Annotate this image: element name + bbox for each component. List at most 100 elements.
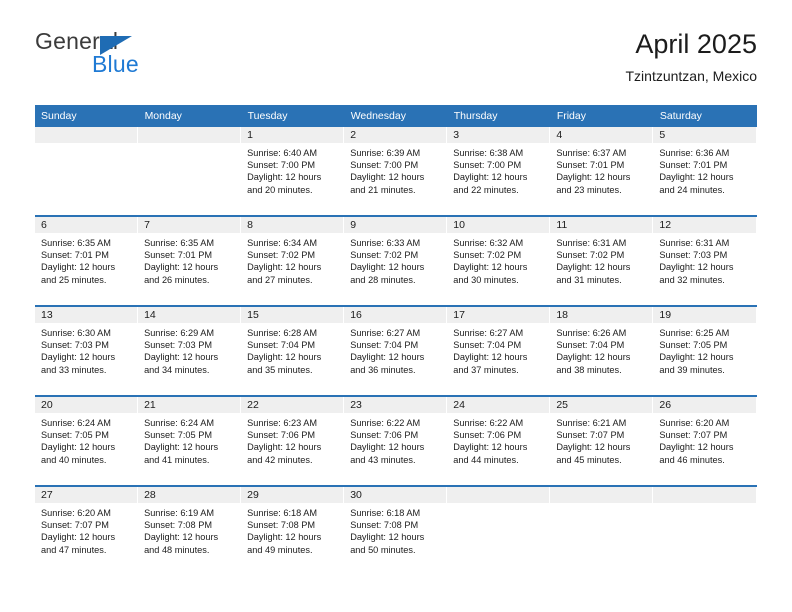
calendar-cell-inner: 27 Sunrise: 6:20 AM Sunset: 7:07 PM Dayligh… [35,487,138,575]
calendar-cell-day[interactable]: 28 Sunrise: 6:19 AM Sunset: 7:08 PM Dayligh… [138,485,242,575]
daylight-text-line1: Daylight: 12 hours [659,352,734,363]
daylight-text-line1: Daylight: 12 hours [247,532,322,543]
calendar-cell-day[interactable]: 16 Sunrise: 6:27 AM Sunset: 7:04 PM Dayligh… [344,305,448,396]
calendar-cell-inner: 11 Sunrise: 6:31 AM Sunset: 7:02 PM Dayligh… [550,217,653,305]
sunset-text: Sunset: 7:08 PM [247,520,316,531]
calendar-cell-day[interactable]: 13 Sunrise: 6:30 AM Sunset: 7:03 PM Dayligh… [35,305,139,396]
daylight-text-line1: Daylight: 12 hours [453,352,528,363]
daylight-text-line2: and 22 minutes. [453,184,519,195]
calendar-cell-empty [447,485,551,575]
weekday-header-wednesday: Wednesday [344,105,448,127]
daylight-text-line1: Daylight: 12 hours [350,532,425,543]
calendar-cell-day[interactable]: 27 Sunrise: 6:20 AM Sunset: 7:07 PM Dayligh… [35,485,139,575]
calendar-cell-day[interactable]: 19 Sunrise: 6:25 AM Sunset: 7:05 PM Dayligh… [653,305,757,396]
calendar-cell-inner: 20 Sunrise: 6:24 AM Sunset: 7:05 PM Dayligh… [35,397,138,485]
calendar-cell-day[interactable]: 30 Sunrise: 6:18 AM Sunset: 7:08 PM Dayligh… [344,485,448,575]
day-details: Sunrise: 6:22 AM Sunset: 7:06 PM Daylight:… [447,413,550,466]
sunrise-text: Sunrise: 6:37 AM [556,148,627,158]
day-number: 28 [138,487,241,503]
calendar-cell-day[interactable]: 11 Sunrise: 6:31 AM Sunset: 7:02 PM Dayligh… [550,215,654,306]
sunrise-text: Sunrise: 6:19 AM [144,508,215,518]
day-details: Sunrise: 6:31 AM Sunset: 7:02 PM Daylight:… [550,233,653,286]
daylight-text-line1: Daylight: 12 hours [41,442,116,453]
sunset-text: Sunset: 7:06 PM [247,430,316,441]
calendar-cell-day[interactable]: 25 Sunrise: 6:21 AM Sunset: 7:07 PM Dayligh… [550,395,654,486]
day-details: Sunrise: 6:24 AM Sunset: 7:05 PM Daylight:… [138,413,241,466]
sunrise-text: Sunrise: 6:39 AM [350,148,421,158]
general-blue-logo[interactable]: General Blue [35,28,255,86]
daylight-text-line1: Daylight: 12 hours [556,172,631,183]
sunset-text: Sunset: 7:02 PM [556,250,625,261]
daylight-text-line2: and 50 minutes. [350,544,416,555]
day-number: 15 [241,307,344,323]
daylight-text-line1: Daylight: 12 hours [144,352,219,363]
daylight-text-line1: Daylight: 12 hours [41,262,116,273]
calendar-cell-day[interactable]: 12 Sunrise: 6:31 AM Sunset: 7:03 PM Dayligh… [653,215,757,306]
calendar-cell-day[interactable]: 22 Sunrise: 6:23 AM Sunset: 7:06 PM Dayligh… [241,395,345,486]
calendar-cell-day[interactable]: 4 Sunrise: 6:37 AM Sunset: 7:01 PM Daylight… [550,127,654,216]
calendar-cell-day[interactable]: 24 Sunrise: 6:22 AM Sunset: 7:06 PM Dayligh… [447,395,551,486]
calendar-cell-day[interactable]: 29 Sunrise: 6:18 AM Sunset: 7:08 PM Dayligh… [241,485,345,575]
calendar-cell-day[interactable]: 3 Sunrise: 6:38 AM Sunset: 7:00 PM Daylight… [447,127,551,216]
calendar-cell-day[interactable]: 6 Sunrise: 6:35 AM Sunset: 7:01 PM Daylight… [35,215,139,306]
day-details: Sunrise: 6:31 AM Sunset: 7:03 PM Daylight:… [653,233,756,286]
daylight-text-line2: and 47 minutes. [41,544,107,555]
day-number: 18 [550,307,653,323]
daylight-text-line1: Daylight: 12 hours [659,172,734,183]
sunrise-text: Sunrise: 6:20 AM [41,508,111,518]
calendar-cell-inner: 28 Sunrise: 6:19 AM Sunset: 7:08 PM Dayligh… [138,487,241,575]
calendar-cell-inner: 2 Sunrise: 6:39 AM Sunset: 7:00 PM Daylight… [344,127,447,215]
calendar-cell-day[interactable]: 14 Sunrise: 6:29 AM Sunset: 7:03 PM Dayligh… [138,305,242,396]
day-number: 13 [35,307,138,323]
day-details: Sunrise: 6:40 AM Sunset: 7:00 PM Daylight:… [241,143,344,196]
sunset-text: Sunset: 7:04 PM [453,340,522,351]
calendar-cell-day[interactable]: 7 Sunrise: 6:35 AM Sunset: 7:01 PM Daylight… [138,215,242,306]
calendar-cell-day[interactable]: 5 Sunrise: 6:36 AM Sunset: 7:01 PM Daylight… [653,127,757,216]
day-details: Sunrise: 6:18 AM Sunset: 7:08 PM Daylight:… [241,503,344,556]
daylight-text-line1: Daylight: 12 hours [659,442,734,453]
calendar-cell-day[interactable]: 21 Sunrise: 6:24 AM Sunset: 7:05 PM Dayligh… [138,395,242,486]
daylight-text-line2: and 46 minutes. [659,454,725,465]
calendar-cell-inner: 22 Sunrise: 6:23 AM Sunset: 7:06 PM Dayligh… [241,397,344,485]
calendar-cell-day[interactable]: 1 Sunrise: 6:40 AM Sunset: 7:00 PM Daylight… [241,127,345,216]
daylight-text-line1: Daylight: 12 hours [144,442,219,453]
daylight-text-line2: and 32 minutes. [659,274,725,285]
day-number [550,487,653,503]
daylight-text-line2: and 33 minutes. [41,364,107,375]
sunset-text: Sunset: 7:01 PM [41,250,109,261]
calendar-cell-day[interactable]: 2 Sunrise: 6:39 AM Sunset: 7:00 PM Daylight… [344,127,448,216]
sunrise-text: Sunrise: 6:31 AM [659,238,730,248]
calendar-week-row: 6 Sunrise: 6:35 AM Sunset: 7:01 PM Daylight… [35,215,757,306]
calendar-week-row: 27 Sunrise: 6:20 AM Sunset: 7:07 PM Dayligh… [35,485,757,575]
calendar-cell-day[interactable]: 9 Sunrise: 6:33 AM Sunset: 7:02 PM Daylight… [344,215,448,306]
calendar-cell-day[interactable]: 23 Sunrise: 6:22 AM Sunset: 7:06 PM Dayligh… [344,395,448,486]
daylight-text-line1: Daylight: 12 hours [350,172,425,183]
calendar-cell-day[interactable]: 18 Sunrise: 6:26 AM Sunset: 7:04 PM Dayligh… [550,305,654,396]
daylight-text-line2: and 23 minutes. [556,184,622,195]
calendar-cell-day[interactable]: 8 Sunrise: 6:34 AM Sunset: 7:02 PM Daylight… [241,215,345,306]
daylight-text-line2: and 36 minutes. [350,364,416,375]
page-header: General Blue April 2025 Tzintzuntzan, Me… [35,28,757,90]
calendar-cell-day[interactable]: 15 Sunrise: 6:28 AM Sunset: 7:04 PM Dayligh… [241,305,345,396]
day-number: 6 [35,217,138,233]
day-number: 14 [138,307,241,323]
day-details: Sunrise: 6:35 AM Sunset: 7:01 PM Daylight:… [35,233,138,286]
daylight-text-line2: and 38 minutes. [556,364,622,375]
calendar-cell-day[interactable]: 26 Sunrise: 6:20 AM Sunset: 7:07 PM Dayligh… [653,395,757,486]
calendar-header-row: Sunday Monday Tuesday Wednesday Thursday… [35,105,758,127]
calendar-cell-inner [35,127,138,215]
sunrise-text: Sunrise: 6:20 AM [659,418,730,428]
sunset-text: Sunset: 7:04 PM [556,340,625,351]
calendar-cell-day[interactable]: 10 Sunrise: 6:32 AM Sunset: 7:02 PM Dayligh… [447,215,551,306]
day-number: 4 [550,127,653,143]
calendar-cell-day[interactable]: 20 Sunrise: 6:24 AM Sunset: 7:05 PM Dayligh… [35,395,139,486]
calendar-cell-inner: 21 Sunrise: 6:24 AM Sunset: 7:05 PM Dayligh… [138,397,241,485]
day-number: 17 [447,307,550,323]
sunset-text: Sunset: 7:01 PM [144,250,212,261]
day-details: Sunrise: 6:20 AM Sunset: 7:07 PM Daylight:… [35,503,138,556]
day-details: Sunrise: 6:33 AM Sunset: 7:02 PM Daylight:… [344,233,447,286]
daylight-text-line1: Daylight: 12 hours [144,532,219,543]
daylight-text-line2: and 25 minutes. [41,274,107,285]
sunset-text: Sunset: 7:01 PM [556,160,625,171]
calendar-cell-day[interactable]: 17 Sunrise: 6:27 AM Sunset: 7:04 PM Dayligh… [447,305,551,396]
